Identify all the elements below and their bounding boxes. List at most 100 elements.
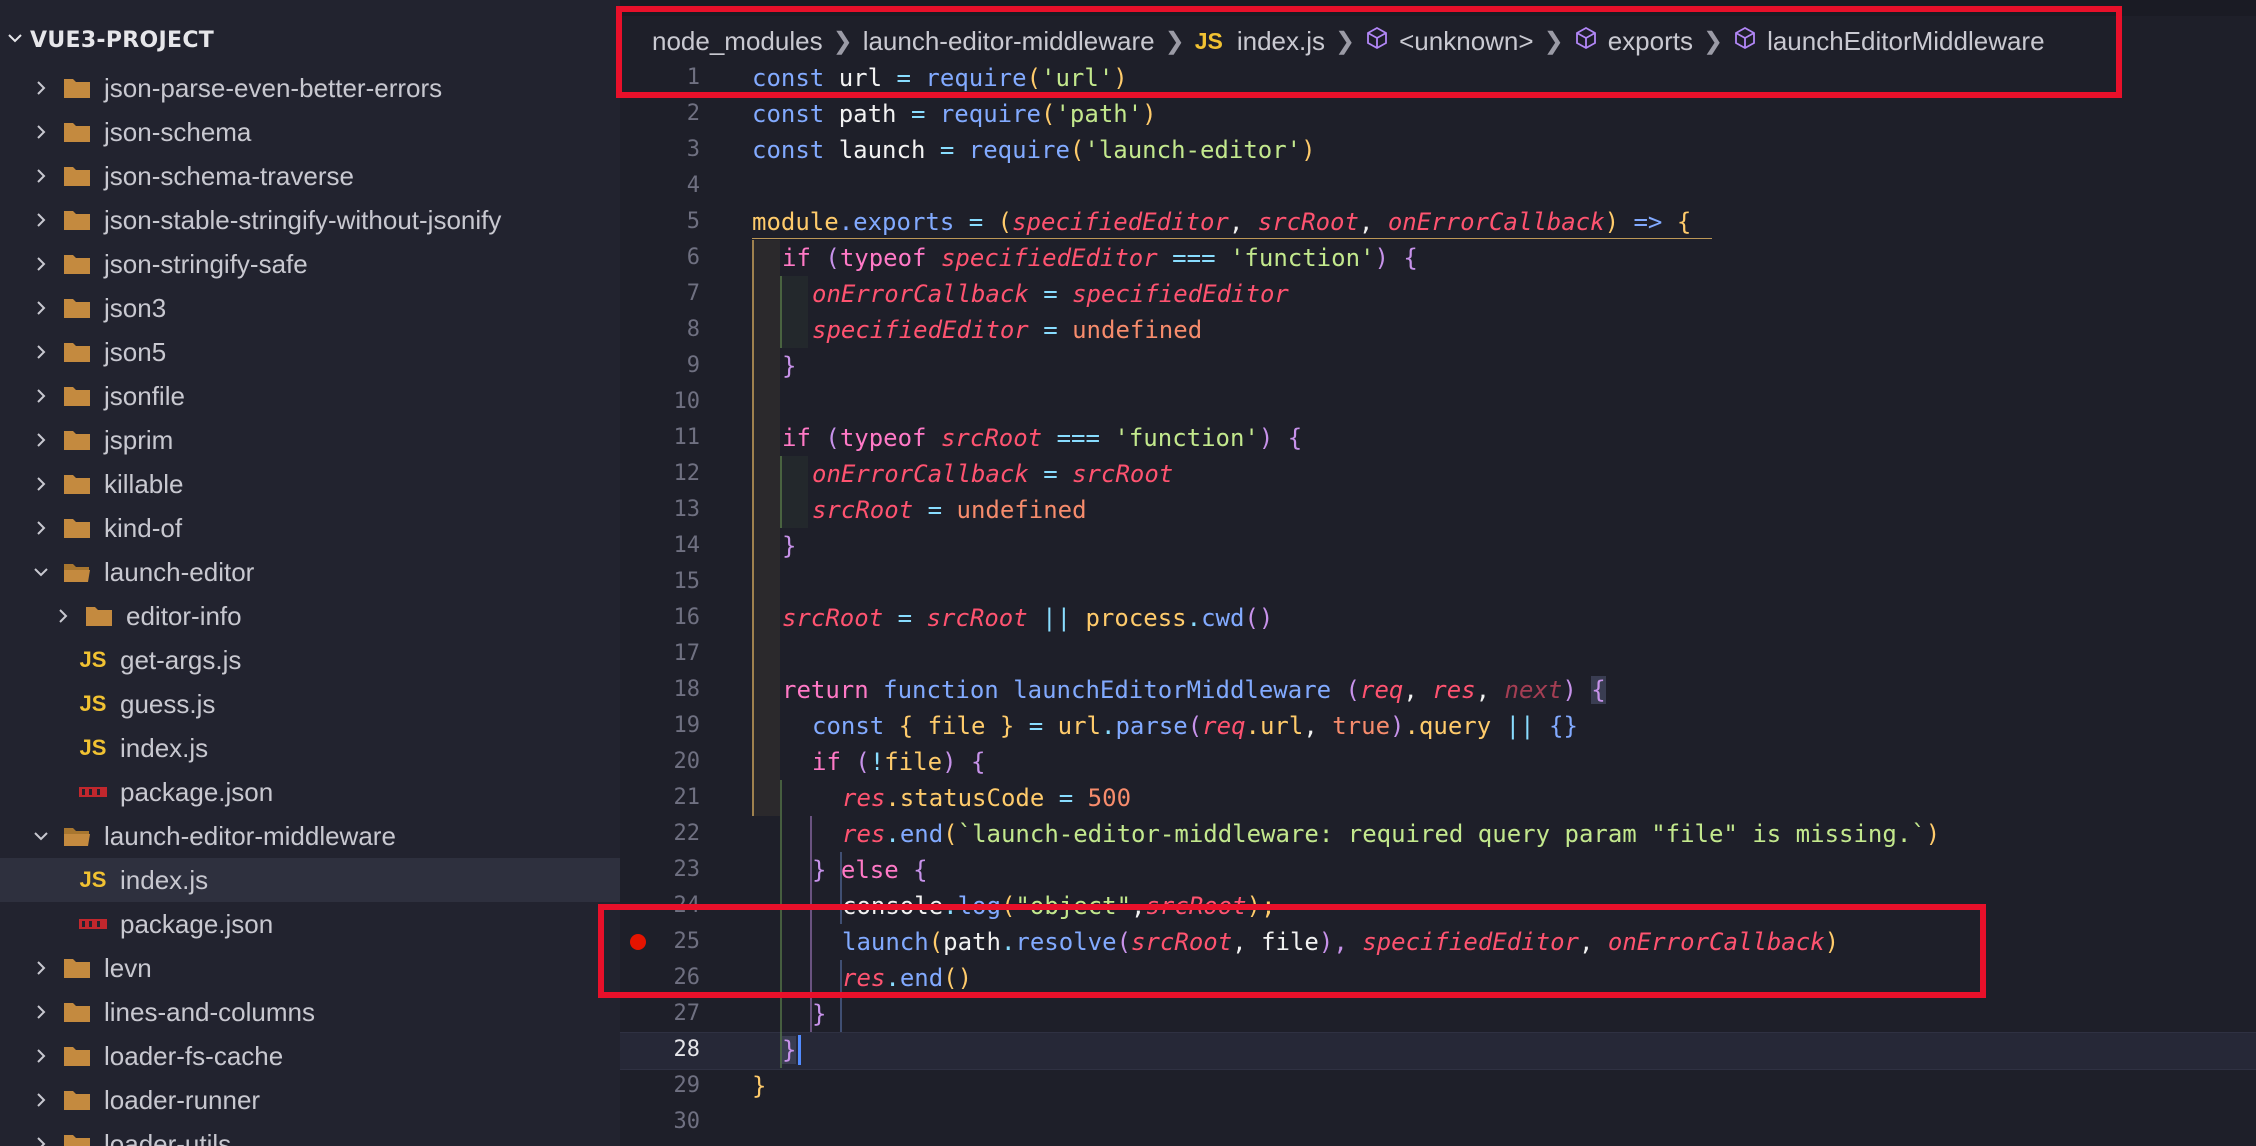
line-number[interactable]: 30: [620, 1104, 701, 1140]
tree-file[interactable]: JS index.js: [0, 858, 620, 902]
js-file-icon: JS: [79, 691, 107, 716]
tree-folder[interactable]: launch-editor-middleware: [0, 814, 620, 858]
code-line-16: srcRoot = srcRoot || process.cwd(): [782, 604, 1274, 632]
chevron-right-icon: [30, 255, 52, 273]
line-number[interactable]: 8: [620, 312, 700, 348]
tree-file[interactable]: JS get-args.js: [0, 638, 620, 682]
project-title: VUE3-PROJECT: [30, 27, 215, 53]
code-line-8: specifiedEditor = undefined: [812, 316, 1203, 344]
tree-folder[interactable]: kind-of: [0, 506, 620, 550]
folder-icon: [62, 293, 92, 323]
tree-folder[interactable]: jsonfile: [0, 374, 620, 418]
line-number[interactable]: 21: [620, 780, 701, 816]
tree-folder[interactable]: json-stringify-safe: [0, 242, 620, 286]
code-editor: node_modules ❯ launch-editor-middleware …: [598, 0, 2256, 1146]
code-line-11: if (typeof srcRoot === 'function') {: [782, 424, 1303, 452]
code-line-19: const { file } = url.parse(req.url, true…: [812, 712, 1578, 740]
line-number[interactable]: 22: [620, 816, 701, 852]
tree-folder[interactable]: killable: [0, 462, 620, 506]
code-line-14: }: [782, 532, 797, 560]
folder-icon: [62, 513, 92, 543]
folder-icon: [62, 381, 92, 411]
line-number[interactable]: 29: [620, 1068, 701, 1104]
tree-folder[interactable]: json-parse-even-better-errors: [0, 66, 620, 110]
tree-item-label: package.json: [120, 776, 274, 807]
annotation-box-launch-call: [598, 904, 1986, 998]
line-number[interactable]: 5: [620, 204, 700, 240]
chevron-right-icon: [30, 343, 52, 361]
tree-item-label: lines-and-columns: [104, 996, 315, 1027]
project-header[interactable]: VUE3-PROJECT: [0, 18, 620, 62]
line-number[interactable]: 17: [620, 636, 701, 672]
npm-file-icon: [78, 777, 108, 807]
line-number[interactable]: 6: [620, 240, 700, 276]
line-number[interactable]: 28: [620, 1032, 701, 1068]
folder-icon: [62, 249, 92, 279]
tree-folder[interactable]: editor-info: [0, 594, 620, 638]
tree-file[interactable]: package.json: [0, 770, 620, 814]
chevron-right-icon: [30, 167, 52, 185]
tree-folder[interactable]: json3: [0, 286, 620, 330]
line-number[interactable]: 3: [620, 132, 700, 168]
folder-icon: [62, 1129, 92, 1146]
tree-folder[interactable]: json-schema: [0, 110, 620, 154]
tree-item-label: json5: [104, 336, 167, 367]
line-number[interactable]: 16: [620, 600, 701, 636]
line-number[interactable]: 9: [620, 348, 700, 384]
line-number[interactable]: 11: [620, 420, 701, 456]
line-number[interactable]: 10: [620, 384, 701, 420]
tree-folder[interactable]: loader-fs-cache: [0, 1034, 620, 1078]
tree-item-label: json-stable-stringify-without-jsonify: [104, 204, 502, 235]
chevron-right-icon: [30, 123, 52, 141]
tree-folder[interactable]: loader-utils: [0, 1122, 620, 1146]
tree-item-label: json-schema-traverse: [104, 160, 354, 191]
indent-guide: [780, 456, 808, 528]
line-number[interactable]: 15: [620, 564, 701, 600]
line-number[interactable]: 7: [620, 276, 700, 312]
chevron-down-icon: [0, 28, 30, 53]
folder-open-icon: [62, 821, 92, 851]
folder-icon: [62, 1041, 92, 1071]
code-line-9: }: [782, 352, 797, 380]
js-file-icon: JS: [79, 647, 107, 672]
tree-folder[interactable]: jsprim: [0, 418, 620, 462]
tree-folder[interactable]: json-schema-traverse: [0, 154, 620, 198]
chevron-right-icon: [30, 475, 52, 493]
line-number[interactable]: 14: [620, 528, 701, 564]
tree-item-label: guess.js: [120, 688, 216, 719]
tree-folder[interactable]: levn: [0, 946, 620, 990]
line-number[interactable]: 27: [620, 996, 701, 1032]
chevron-right-icon: [30, 1003, 52, 1021]
folder-icon: [62, 997, 92, 1027]
folder-icon: [62, 1085, 92, 1115]
code-line-7: onErrorCallback = specifiedEditor: [812, 280, 1289, 308]
chevron-right-icon: [30, 299, 52, 317]
tree-folder[interactable]: json5: [0, 330, 620, 374]
tree-file[interactable]: JS guess.js: [0, 682, 620, 726]
code-line-22: res.end(`launch-editor-middleware: requi…: [842, 820, 1941, 848]
line-number[interactable]: 19: [620, 708, 701, 744]
tree-file[interactable]: package.json: [0, 902, 620, 946]
line-number[interactable]: 13: [620, 492, 701, 528]
tree-item-label: json-parse-even-better-errors: [104, 72, 443, 103]
js-file-icon: JS: [79, 735, 107, 760]
tree-item-label: json-stringify-safe: [104, 248, 308, 279]
folder-icon: [62, 117, 92, 147]
npm-file-icon: [78, 909, 108, 939]
line-number[interactable]: 2: [620, 96, 700, 132]
line-number[interactable]: 23: [620, 852, 701, 888]
tree-folder[interactable]: launch-editor: [0, 550, 620, 594]
tree-folder[interactable]: lines-and-columns: [0, 990, 620, 1034]
chevron-right-icon: [52, 607, 74, 625]
line-number[interactable]: 12: [620, 456, 701, 492]
line-number[interactable]: 18: [620, 672, 701, 708]
tree-folder[interactable]: loader-runner: [0, 1078, 620, 1122]
tree-folder[interactable]: json-stable-stringify-without-jsonify: [0, 198, 620, 242]
chevron-down-icon: [30, 563, 52, 581]
code-line-2: const path = require('path'): [752, 100, 1157, 128]
line-number[interactable]: 4: [620, 168, 700, 204]
indent-guide: [752, 240, 780, 816]
tree-item-label: index.js: [120, 864, 209, 895]
line-number[interactable]: 20: [620, 744, 701, 780]
tree-file[interactable]: JS index.js: [0, 726, 620, 770]
